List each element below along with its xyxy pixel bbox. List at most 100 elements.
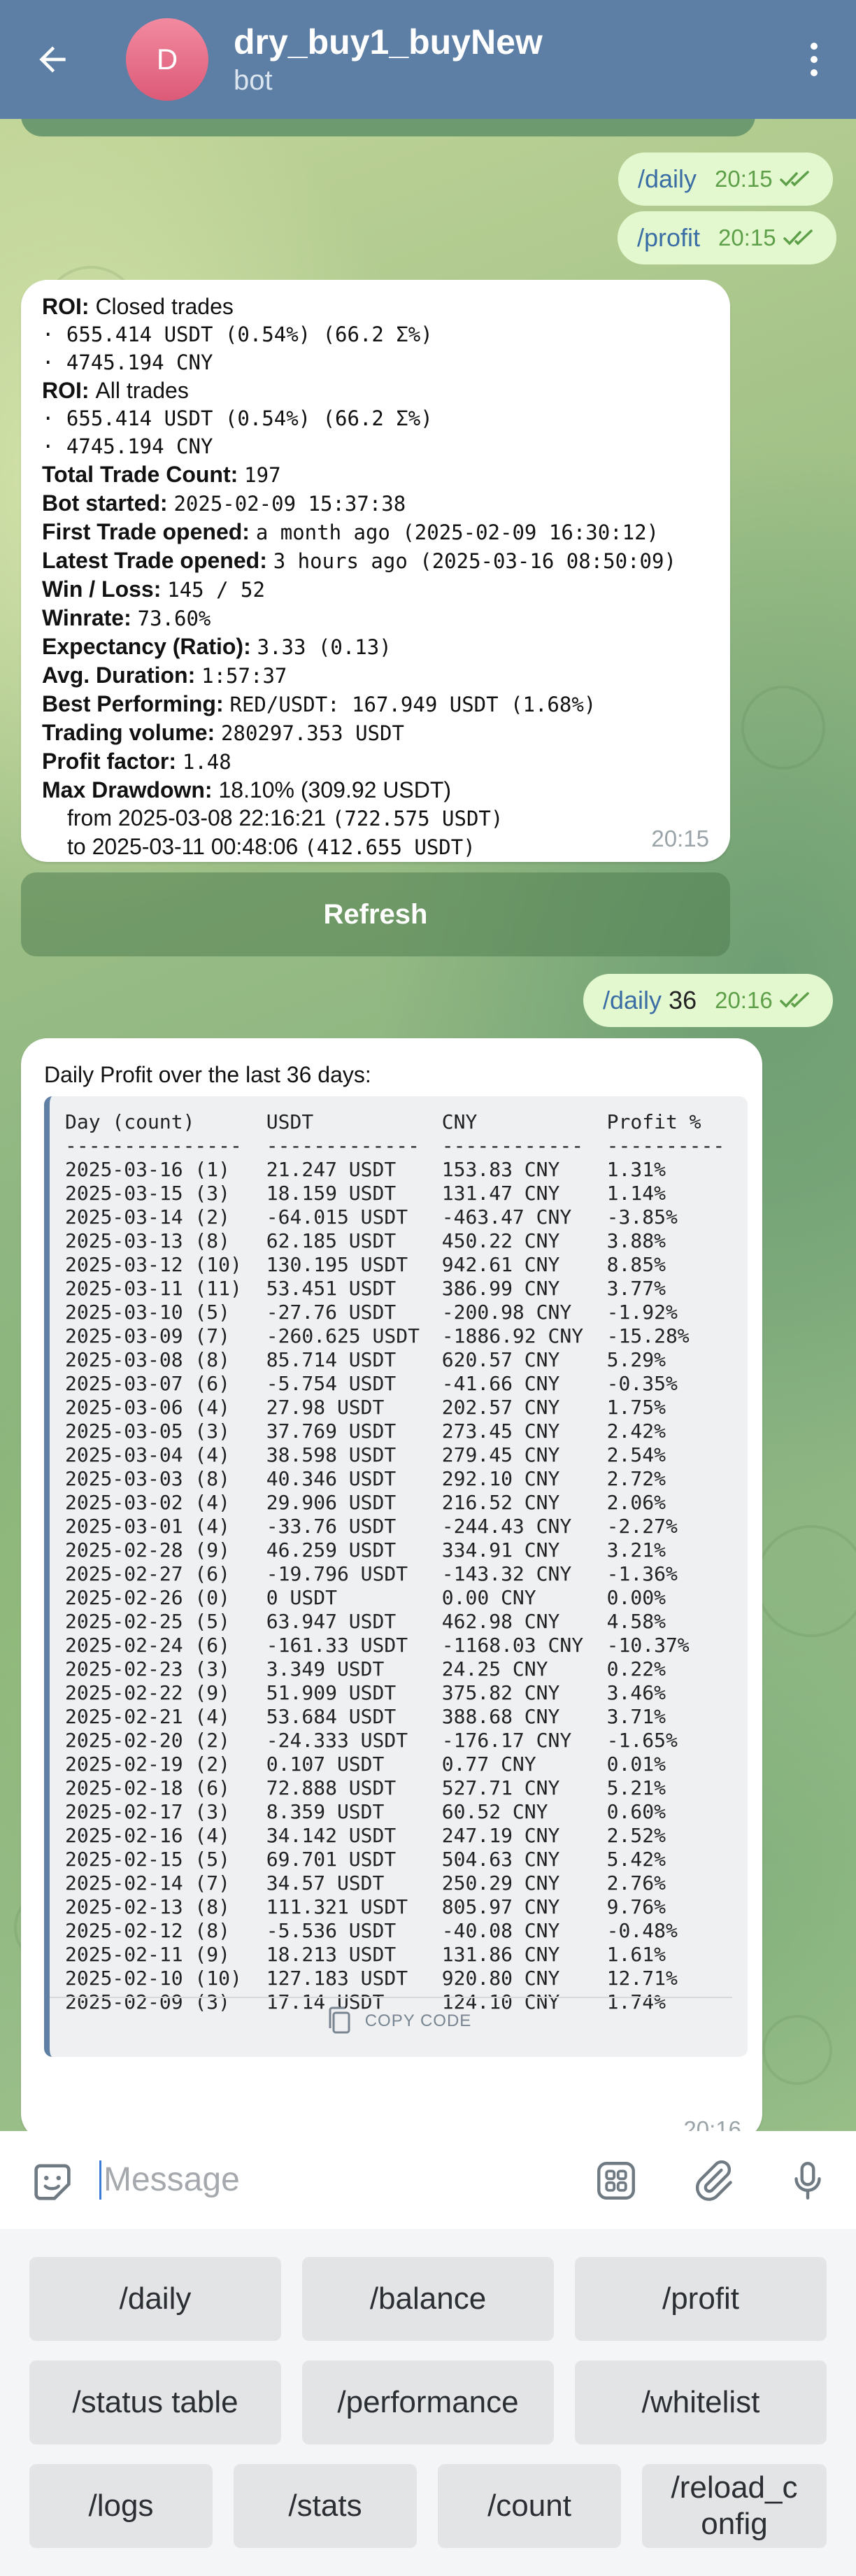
keyboard-button-reload-config[interactable]: /reload_config	[642, 2464, 827, 2548]
daily-profit-table: Day (count) USDT CNY Profit % --------------…	[65, 1110, 732, 2014]
table-cell: ---------------	[65, 1134, 242, 1157]
table-cell: -10.37%	[606, 1634, 690, 1657]
table-cell: 2025-03-08 (8)	[65, 1348, 231, 1371]
table-cell: 18.159 USDT	[266, 1182, 397, 1205]
message-time: 20:16	[715, 987, 773, 1013]
keyboard-button-stats[interactable]: /stats	[234, 2464, 417, 2548]
outgoing-message-daily[interactable]: /daily 20:15	[618, 153, 833, 206]
table-cell: 131.86 CNY	[441, 1943, 560, 1966]
table-cell: -1886.92 CNY	[441, 1324, 584, 1347]
table-cell: 24.25 CNY	[441, 1657, 548, 1680]
table-cell: USDT	[266, 1110, 314, 1133]
keyboard-button-status-table[interactable]: /status table	[29, 2361, 281, 2444]
first-trade-label: First Trade opened:	[42, 519, 250, 544]
table-cell: 292.10 CNY	[441, 1467, 560, 1490]
refresh-button[interactable]: Refresh	[21, 872, 730, 956]
table-cell: 53.684 USDT	[266, 1705, 397, 1728]
table-row: 2025-03-11 (11) 53.451 USDT 386.99 CNY 3.77…	[65, 1277, 732, 1301]
avg-duration-value: 1:57:37	[201, 664, 287, 688]
table-cell: -260.625 USDT	[266, 1324, 420, 1347]
keyboard-button-daily[interactable]: /daily	[29, 2257, 281, 2341]
table-cell: 2.06%	[606, 1491, 666, 1514]
table-cell: 527.71 CNY	[441, 1776, 560, 1799]
chat-subtitle: bot	[234, 65, 273, 96]
keyboard-button-profit[interactable]: /profit	[575, 2257, 827, 2341]
table-cell: 2025-02-20 (2)	[65, 1729, 231, 1752]
table-cell: 2025-02-15 (5)	[65, 1848, 231, 1871]
table-cell: 34.142 USDT	[266, 1824, 397, 1847]
table-cell: -200.98 CNY	[441, 1301, 572, 1324]
table-cell: 63.947 USDT	[266, 1610, 397, 1633]
table-row: 2025-02-21 (4) 53.684 USDT 388.68 CNY 3.71%	[65, 1705, 732, 1729]
winrate-value: 73.60%	[137, 607, 211, 630]
back-button[interactable]	[0, 0, 105, 119]
bot-started-value: 2025-02-09 15:37:38	[173, 492, 406, 516]
table-separator-row: --------------- ------------- ------------…	[65, 1134, 732, 1158]
table-cell: 3.349 USDT	[266, 1657, 385, 1680]
table-cell: 127.183 USDT	[266, 1967, 408, 1990]
roi-all-cny: · 4745.194 CNY	[42, 434, 213, 458]
table-cell: -27.76 USDT	[266, 1301, 397, 1324]
table-row: 2025-03-02 (4) 29.906 USDT 216.52 CNY 2.06%	[65, 1491, 732, 1515]
command-link[interactable]: /daily	[638, 164, 697, 194]
keyboard-button-balance[interactable]: /balance	[302, 2257, 554, 2341]
table-cell: 920.80 CNY	[441, 1967, 560, 1990]
table-cell: 462.98 CNY	[441, 1610, 560, 1633]
table-cell: 0 USDT	[266, 1586, 337, 1609]
double-check-icon	[783, 229, 817, 247]
table-cell: -1.36%	[606, 1562, 678, 1585]
table-cell: 2.76%	[606, 1871, 666, 1895]
table-cell: 1.75%	[606, 1396, 666, 1419]
roi-all-usdt: · 655.414 USDT (0.54%) (66.2 Σ%)	[42, 406, 433, 430]
table-cell: 216.52 CNY	[441, 1491, 560, 1514]
command-link[interactable]: /profit	[637, 223, 700, 253]
table-row: 2025-02-13 (8) 111.321 USDT 805.97 CNY 9.76…	[65, 1895, 732, 1919]
attach-icon[interactable]	[690, 2158, 736, 2207]
bot-commands-icon[interactable]	[593, 2158, 639, 2207]
message-input-bar: Message	[0, 2131, 856, 2229]
keyboard-button-performance[interactable]: /performance	[302, 2361, 554, 2444]
table-cell: -41.66 CNY	[441, 1372, 560, 1395]
sticker-icon[interactable]	[28, 2158, 77, 2210]
outgoing-message-profit[interactable]: /profit 20:15	[618, 211, 836, 264]
microphone-icon[interactable]	[785, 2158, 831, 2207]
table-cell: 3.21%	[606, 1538, 666, 1562]
table-cell: 273.45 CNY	[441, 1420, 560, 1443]
drawdown-from-date: 2025-03-08 22:16:21	[117, 805, 327, 830]
daily-profit-title: Daily Profit over the last 36 days:	[44, 1062, 371, 1087]
table-row: 2025-03-04 (4) 38.598 USDT 279.45 CNY 2.54%	[65, 1443, 732, 1467]
table-cell: 2025-03-15 (3)	[65, 1182, 231, 1205]
table-row: 2025-03-03 (8) 40.346 USDT 292.10 CNY 2.72%	[65, 1467, 732, 1491]
avatar[interactable]: D	[126, 18, 208, 101]
keyboard-button-count[interactable]: /count	[438, 2464, 621, 2548]
table-cell: 2025-03-09 (7)	[65, 1324, 231, 1347]
table-cell: 2.42%	[606, 1420, 666, 1443]
table-cell: 2025-02-19 (2)	[65, 1753, 231, 1776]
table-cell: 202.57 CNY	[441, 1396, 560, 1419]
code-block[interactable]: Day (count) USDT CNY Profit % --------------…	[44, 1096, 748, 2057]
copy-code-button[interactable]: COPY CODE	[50, 2006, 748, 2037]
expectancy-label: Expectancy (Ratio):	[42, 634, 251, 659]
table-row: 2025-03-13 (8) 62.185 USDT 450.22 CNY 3.88%	[65, 1229, 732, 1253]
table-cell: 250.29 CNY	[441, 1871, 560, 1895]
table-cell: 2025-03-10 (5)	[65, 1301, 231, 1324]
table-cell: 69.701 USDT	[266, 1848, 397, 1871]
keyboard-button-logs[interactable]: /logs	[29, 2464, 213, 2548]
table-cell: 388.68 CNY	[441, 1705, 560, 1728]
table-row: 2025-02-27 (6) -19.796 USDT -143.32 CNY -1.…	[65, 1562, 732, 1586]
more-vertical-icon[interactable]	[800, 38, 828, 80]
table-cell: 2025-02-22 (9)	[65, 1681, 231, 1704]
table-cell: -40.08 CNY	[441, 1919, 560, 1942]
table-cell: ------------	[441, 1134, 584, 1157]
command-link[interactable]: /daily	[603, 986, 662, 1015]
keyboard-button-whitelist[interactable]: /whitelist	[575, 2361, 827, 2444]
chat-title: dry_buy1_buyNew	[234, 22, 543, 62]
message-input[interactable]: Message	[104, 2159, 240, 2201]
chat-title-block[interactable]: dry_buy1_buyNew bot	[234, 21, 543, 98]
table-cell: 2025-02-21 (4)	[65, 1705, 231, 1728]
outgoing-message-daily-36[interactable]: /daily 36 20:16	[583, 974, 833, 1027]
table-cell: 51.909 USDT	[266, 1681, 397, 1704]
message-time: 20:15	[715, 166, 773, 192]
table-cell: 2025-03-13 (8)	[65, 1229, 231, 1252]
table-cell: 2025-02-10 (10)	[65, 1967, 242, 1990]
